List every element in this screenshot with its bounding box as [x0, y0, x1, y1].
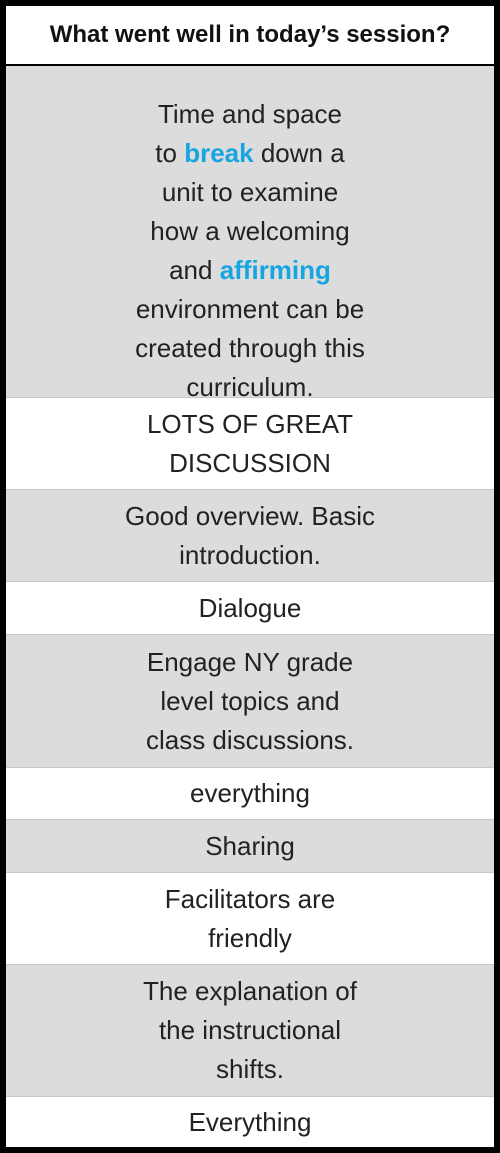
- response-row: Facilitators are friendly: [6, 873, 494, 965]
- response-text: Dialogue: [198, 592, 302, 623]
- response-row: Dialogue: [6, 582, 494, 635]
- response-text: everything: [190, 778, 310, 808]
- response-row: Sharing: [6, 820, 494, 873]
- header-title: What went well in today’s session?: [49, 21, 451, 48]
- response-text: LOTS OF GREAT DISCUSSION: [146, 408, 354, 478]
- response-row: Time and space to break down a unit to e…: [6, 66, 494, 401]
- response-row: Everything: [6, 1097, 494, 1147]
- response-row: LOTS OF GREAT DISCUSSION: [6, 398, 494, 490]
- response-row: The explanation of the instructional shi…: [6, 965, 494, 1097]
- response-text: Sharing: [205, 830, 295, 861]
- response-text: Facilitators are friendly: [164, 883, 336, 953]
- response-text: Time and space to break down a unit to e…: [135, 99, 365, 402]
- response-text: Everything: [188, 1106, 312, 1137]
- response-text: Engage NY grade level topics and class d…: [145, 646, 355, 755]
- highlight-word: affirming: [219, 255, 331, 285]
- response-row: Engage NY grade level topics and class d…: [6, 635, 494, 768]
- feedback-table: What went well in today’s session? Time …: [6, 6, 494, 1147]
- response-row: everything: [6, 768, 494, 820]
- response-row: Good overview. Basic introduction.: [6, 490, 494, 582]
- highlight-word: break: [184, 138, 254, 168]
- response-text: Good overview. Basic introduction.: [124, 500, 375, 570]
- response-text: The explanation of the instructional shi…: [143, 976, 357, 1084]
